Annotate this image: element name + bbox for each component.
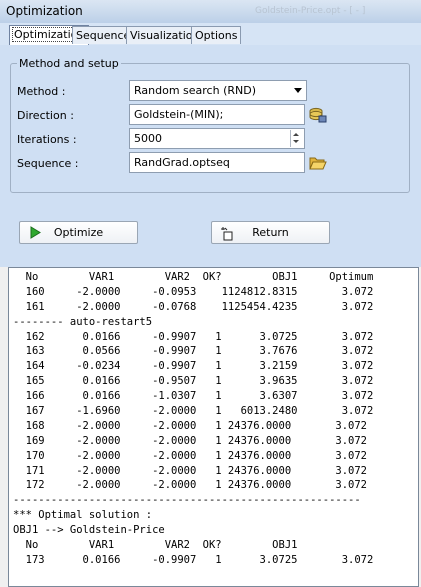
log-line: 163 0.0566 -0.9907 1 3.7676 3.072: [13, 345, 374, 358]
method-select[interactable]: Random search (RND): [129, 80, 307, 101]
log-line: 167 -1.6960 -2.0000 1 6013.2480 3.072: [13, 405, 374, 418]
window-titlebar: Optimization Goldstein-Price.opt - [ - ]: [0, 0, 421, 24]
tab-strip: Optimization Sequence Visualization Opti…: [0, 23, 421, 46]
log-line: ----------------------------------------…: [13, 494, 361, 507]
log-line: *** Optimal solution :: [13, 509, 153, 522]
return-label: Return: [252, 226, 289, 239]
iterations-value: 5000: [134, 132, 162, 145]
log-line: 168 -2.0000 -2.0000 1 24376.0000 3.072: [13, 419, 368, 432]
open-folder-icon[interactable]: [309, 155, 327, 171]
direction-value: Goldstein-(MIN);: [134, 108, 224, 121]
method-value: Random search (RND): [134, 84, 256, 97]
log-line: 164 -0.0234 -0.9907 1 3.2159 3.072: [13, 360, 374, 373]
log-line: -------- auto-restart5: [13, 315, 153, 328]
log-line: 170 -2.0000 -2.0000 1 24376.0000 3.072: [13, 449, 368, 462]
log-line: OBJ1 --> Goldstein-Price: [13, 524, 165, 537]
group-title: Method and setup: [19, 57, 119, 70]
sequence-field[interactable]: RandGrad.optseq: [129, 152, 305, 173]
return-icon: [221, 227, 233, 241]
spin-buttons[interactable]: [290, 130, 303, 147]
log-line: 162 0.0166 -0.9907 1 3.0725 3.072: [13, 330, 374, 343]
iterations-label: Iterations :: [17, 133, 77, 146]
log-line: 172 -2.0000 -2.0000 1 24376.0000 3.072: [13, 479, 368, 492]
ghost-title: Goldstein-Price.opt - [ - ]: [255, 6, 366, 16]
optimization-panel: Method and setup Method : Random search …: [0, 45, 421, 267]
log-line: 171 -2.0000 -2.0000 1 24376.0000 3.072: [13, 464, 368, 477]
log-line: No VAR1 VAR2 OK? OBJ1: [13, 539, 298, 552]
return-button[interactable]: Return: [211, 221, 330, 244]
log-scrollbar[interactable]: [416, 268, 418, 586]
optimize-button[interactable]: Optimize: [19, 221, 138, 244]
play-icon: [30, 226, 41, 239]
window-title: Optimization: [6, 4, 83, 18]
chevron-down-icon: [294, 88, 302, 93]
log-line: 169 -2.0000 -2.0000 1 24376.0000 3.072: [13, 434, 368, 447]
log-line: 166 0.0166 -1.0307 1 3.6307 3.072: [13, 390, 374, 403]
direction-field[interactable]: Goldstein-(MIN);: [129, 104, 305, 125]
log-line: No VAR1 VAR2 OK? OBJ1 Optimum: [13, 271, 374, 283]
spin-down-icon[interactable]: [293, 140, 299, 143]
sequence-value: RandGrad.optseq: [134, 156, 230, 169]
log-line: 161 -2.0000 -0.0768 1125454.4235 3.072: [13, 300, 374, 313]
sequence-label: Sequence :: [17, 157, 79, 170]
direction-label: Direction :: [17, 109, 74, 122]
log-line: 173 0.0166 -0.9907 1 3.0725 3.072: [13, 553, 374, 566]
results-log[interactable]: No VAR1 VAR2 OK? OBJ1 Optimum 160 -2.000…: [8, 267, 419, 587]
log-line: 160 -2.0000 -0.0953 1124812.8315 3.072: [13, 285, 374, 298]
tab-sequence[interactable]: Sequence: [72, 26, 135, 44]
iterations-stepper[interactable]: 5000: [129, 128, 305, 149]
database-icon[interactable]: [309, 107, 327, 123]
tab-options[interactable]: Options: [191, 26, 242, 44]
spin-up-icon[interactable]: [293, 133, 299, 136]
log-lines: No VAR1 VAR2 OK? OBJ1 Optimum 160 -2.000…: [13, 270, 418, 568]
log-line: 165 0.0166 -0.9507 1 3.9635 3.072: [13, 375, 374, 388]
optimize-label: Optimize: [53, 226, 104, 239]
method-label: Method :: [17, 85, 66, 98]
